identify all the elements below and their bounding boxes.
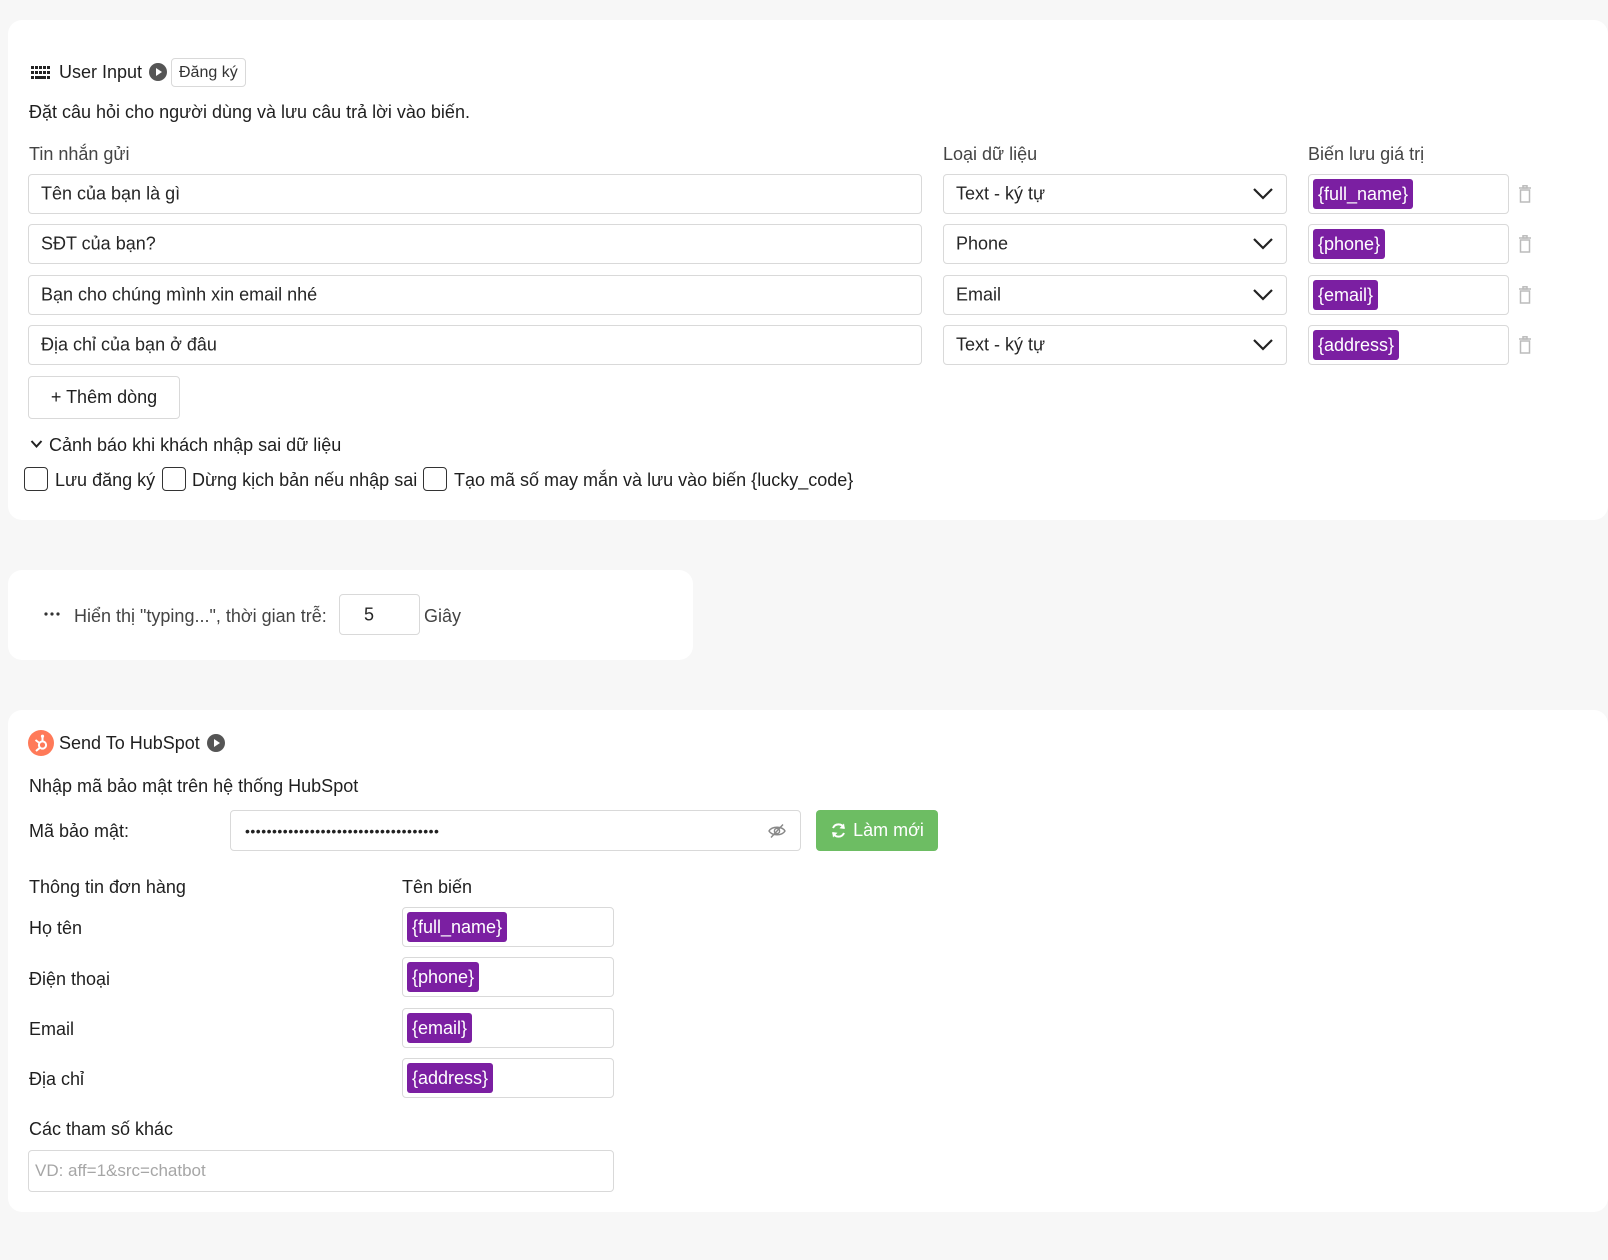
trash-icon[interactable] [1518, 185, 1532, 203]
security-label: Mã bảo mật: [29, 821, 130, 841]
user-input-title: User Input [59, 62, 143, 82]
message-input[interactable]: Địa chỉ của bạn ở đâu [28, 325, 922, 365]
col-header-order-info: Thông tin đơn hàng [29, 877, 186, 897]
col-header-variable: Biến lưu giá trị [1308, 144, 1425, 164]
field-label: Họ tên [29, 918, 83, 938]
message-input[interactable]: SĐT của bạn? [28, 224, 922, 264]
variable-input[interactable]: {address} [1308, 325, 1509, 365]
trash-icon[interactable] [1518, 286, 1532, 304]
eye-slash-icon[interactable] [768, 823, 786, 839]
message-input[interactable]: Tên của bạn là gì [28, 174, 922, 214]
variable-tag: {email} [407, 1013, 473, 1043]
col-header-message: Tin nhắn gửi [29, 144, 130, 164]
message-input[interactable]: Bạn cho chúng mình xin email nhé [28, 275, 922, 315]
data-type-select[interactable]: Phone [943, 224, 1287, 264]
variable-tag: {address} [407, 1063, 494, 1093]
field-label: Email [29, 1019, 75, 1039]
checkbox-label: Tạo mã số may mắn và lưu vào biến {lucky… [454, 470, 854, 490]
user-input-badge: Đăng ký [171, 58, 246, 87]
other-params-label: Các tham số khác [29, 1119, 174, 1139]
keyboard-icon [31, 66, 50, 79]
trash-icon[interactable] [1518, 235, 1532, 253]
ellipsis-icon [44, 612, 60, 616]
variable-input[interactable]: {email} [1308, 275, 1509, 315]
refresh-icon [832, 823, 845, 838]
typing-delay-input[interactable]: 5 [339, 594, 420, 635]
variable-input[interactable]: {phone} [402, 957, 614, 997]
typing-label: Hiển thị "typing...", thời gian trễ: [74, 606, 327, 626]
play-icon[interactable] [149, 63, 167, 81]
lucky-code-checkbox[interactable] [423, 467, 447, 491]
variable-input[interactable]: {full_name} [1308, 174, 1509, 214]
typing-unit: Giây [424, 606, 462, 626]
checkbox-label: Dừng kịch bản nếu nhập sai [192, 470, 418, 490]
user-input-description: Đặt câu hỏi cho người dùng và lưu câu tr… [29, 102, 470, 122]
variable-tag: {full_name} [1313, 179, 1414, 209]
variable-tag: {phone} [407, 962, 480, 992]
add-row-button[interactable]: + Thêm dòng [28, 376, 180, 419]
save-registration-checkbox[interactable] [24, 467, 48, 491]
col-header-variable-name: Tên biến [402, 877, 473, 897]
data-type-select[interactable]: Text - ký tự [943, 325, 1287, 365]
refresh-button[interactable]: Làm mới [816, 810, 938, 851]
chevron-down-icon [1253, 339, 1273, 351]
variable-tag: {email} [1313, 280, 1379, 310]
chevron-down-icon [1253, 188, 1273, 200]
security-key-input[interactable]: •••••••••••••••••••••••••••••••••••• [230, 810, 801, 851]
data-type-select[interactable]: Email [943, 275, 1287, 315]
variable-tag: {address} [1313, 330, 1400, 360]
field-label: Điện thoại [29, 969, 111, 989]
field-label: Địa chỉ [29, 1069, 85, 1089]
variable-input[interactable]: {phone} [1308, 224, 1509, 264]
col-header-type: Loại dữ liệu [943, 144, 1038, 164]
variable-tag: {full_name} [407, 912, 508, 942]
variable-input[interactable]: {address} [402, 1058, 614, 1098]
data-type-select[interactable]: Text - ký tự [943, 174, 1287, 214]
variable-input[interactable]: {email} [402, 1008, 614, 1048]
warning-toggle[interactable]: Cảnh báo khi khách nhập sai dữ liệu [49, 436, 341, 454]
hubspot-description: Nhập mã bảo mật trên hệ thống HubSpot [29, 776, 359, 796]
chevron-down-icon[interactable] [30, 439, 43, 449]
other-params-input[interactable] [28, 1150, 614, 1192]
variable-tag: {phone} [1313, 229, 1386, 259]
stop-script-checkbox[interactable] [162, 467, 186, 491]
checkbox-label: Lưu đăng ký [55, 470, 156, 490]
hubspot-title: Send To HubSpot [59, 733, 200, 753]
chevron-down-icon [1253, 289, 1273, 301]
hubspot-logo-icon [28, 730, 54, 756]
play-icon[interactable] [207, 734, 225, 752]
trash-icon[interactable] [1518, 336, 1532, 354]
chevron-down-icon [1253, 238, 1273, 250]
variable-input[interactable]: {full_name} [402, 907, 614, 947]
